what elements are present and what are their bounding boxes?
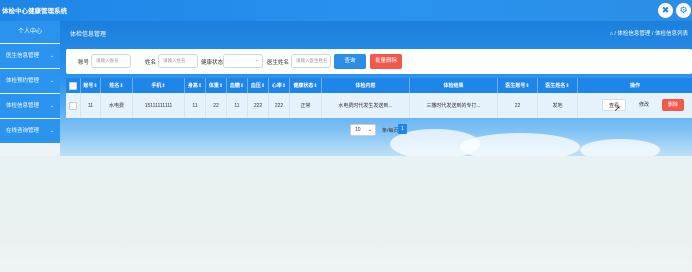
sidebar-item-label: 医生信息管理 xyxy=(6,53,40,59)
chevron-down-icon: ⌄ xyxy=(254,57,259,63)
batch-delete-button[interactable]: 批量删除 xyxy=(370,54,402,69)
col-header[interactable]: 体重⇕ xyxy=(206,78,227,93)
cell-blood-pressure: 222 xyxy=(248,93,269,118)
cell-doctor-name: 发地 xyxy=(538,93,578,118)
cell-phone: 15111111111 xyxy=(133,93,185,118)
cell-health-status: 正常 xyxy=(290,93,322,118)
sidebar-item-consult[interactable]: 在线咨询管理 ⌄ xyxy=(0,119,60,143)
page-background xyxy=(0,156,692,272)
settings-icon[interactable]: ✖ xyxy=(658,3,673,18)
col-header[interactable]: 心率⇕ xyxy=(269,78,290,93)
app-title: 体检中心健康管理系统 xyxy=(2,8,67,15)
page-size-value: 10 xyxy=(355,127,361,133)
sidebar-item-appointment[interactable]: 体检预约管理 ⌄ xyxy=(0,69,60,93)
chevron-down-icon: ⌄ xyxy=(49,103,54,109)
cell-doctor-account: 22 xyxy=(498,93,538,118)
col-header[interactable]: 手机⇕ xyxy=(133,78,185,93)
select-all-checkbox[interactable] xyxy=(66,78,81,93)
chevron-down-icon: ⌄ xyxy=(49,128,54,134)
sidebar-item-home[interactable]: 个人中心 xyxy=(0,21,60,43)
cell-height: 11 xyxy=(185,93,206,118)
sidebar-item-label: 体检预约管理 xyxy=(6,78,40,84)
search-panel: 账号 请输入账号 姓名 请输入姓名 健康状态 ⌄ 医生姓名 请输入医生姓名 查询… xyxy=(66,49,692,74)
page-size-suffix: 条/每页 xyxy=(382,128,399,134)
chevron-down-icon: ⌄ xyxy=(49,53,54,59)
page-number-current[interactable]: 1 xyxy=(398,124,407,134)
row-checkbox[interactable] xyxy=(66,93,81,118)
main-content: 体检信息管理 ⌂ / 体检信息管理 / 体检信息列表 账号 请输入账号 姓名 请… xyxy=(60,21,692,156)
cell-account: 11 xyxy=(81,93,101,118)
cell-blood-sugar: 11 xyxy=(227,93,248,118)
edit-button[interactable]: 修改 xyxy=(632,99,656,111)
health-select[interactable]: ⌄ xyxy=(223,54,263,68)
col-header[interactable]: 医生账号⇕ xyxy=(498,78,538,93)
col-header: 操作 xyxy=(629,83,640,89)
cell-weight: 22 xyxy=(206,93,227,118)
cell-exam-content: 水电费时代发生发送到... xyxy=(322,93,410,118)
doctor-label: 医生姓名 xyxy=(267,60,290,66)
account-label: 账号 xyxy=(78,60,90,66)
name-label: 姓名 xyxy=(145,60,157,66)
mouse-cursor-icon: ➚ xyxy=(614,104,621,113)
cloud-decoration xyxy=(580,139,660,156)
logout-icon[interactable]: ⚙ xyxy=(676,3,691,18)
col-header[interactable]: 血压⇕ xyxy=(248,78,269,93)
account-input[interactable]: 请输入账号 xyxy=(91,54,131,68)
sidebar-item-label: 体检信息管理 xyxy=(6,103,40,109)
chevron-down-icon: ⌄ xyxy=(49,78,54,84)
delete-button[interactable]: 删除 xyxy=(662,99,684,111)
col-header[interactable]: 账号⇕ xyxy=(81,78,101,93)
col-header[interactable]: 医生姓名⇕ xyxy=(538,78,578,93)
sidebar-item-label: 在线咨询管理 xyxy=(6,128,40,134)
table-row[interactable]: 11 水电费 15111111111 11 22 11 222 222 正常 水… xyxy=(66,93,692,118)
top-header: 体检中心健康管理系统 ✖ ⚙ xyxy=(0,0,692,21)
col-header: 体检结果 xyxy=(410,78,498,93)
cell-exam-result: 三撒时代发送到的专打... xyxy=(410,93,498,118)
name-input[interactable]: 请输入姓名 xyxy=(158,54,198,68)
cell-name: 水电费 xyxy=(101,93,133,118)
col-header[interactable]: 姓名⇕ xyxy=(101,78,133,93)
col-header[interactable]: 血糖⇕ xyxy=(227,78,248,93)
sidebar: 个人中心 医生信息管理 ⌄ 体检预约管理 ⌄ 体检信息管理 ⌄ 在线咨询管理 ⌄ xyxy=(0,21,60,146)
query-button[interactable]: 查询 xyxy=(334,54,366,69)
breadcrumb: 体检信息管理 ⌂ / 体检信息管理 / 体检信息列表 xyxy=(60,21,692,43)
col-header[interactable]: 身高⇕ xyxy=(185,78,206,93)
chevron-down-icon: ⌄ xyxy=(367,127,372,133)
sidebar-item-doctor[interactable]: 医生信息管理 ⌄ xyxy=(0,44,60,68)
cell-heart-rate: 222 xyxy=(269,93,290,118)
cell-actions: 查看 修改 删除 xyxy=(578,93,692,118)
page-size-select[interactable]: 10 ⌄ xyxy=(350,124,376,136)
col-header[interactable]: 健康状态⇕ xyxy=(290,78,322,93)
breadcrumb-path[interactable]: ⌂ / 体检信息管理 / 体检信息列表 xyxy=(610,29,689,37)
health-label: 健康状态 xyxy=(201,60,224,66)
page-title: 体检信息管理 xyxy=(70,32,107,38)
doctor-input[interactable]: 请输入医生姓名 xyxy=(291,54,331,68)
data-table: 账号⇕ 姓名⇕ 手机⇕ 身高⇕ 体重⇕ 血糖⇕ 血压⇕ 心率⇕ 健康状态⇕ 体检… xyxy=(66,78,692,118)
sidebar-item-exam[interactable]: 体检信息管理 ⌄ xyxy=(0,94,60,118)
col-header: 体检内容 xyxy=(322,78,410,93)
cloud-decoration xyxy=(460,133,580,156)
table-header: 账号⇕ 姓名⇕ 手机⇕ 身高⇕ 体重⇕ 血糖⇕ 血压⇕ 心率⇕ 健康状态⇕ 体检… xyxy=(66,78,692,93)
